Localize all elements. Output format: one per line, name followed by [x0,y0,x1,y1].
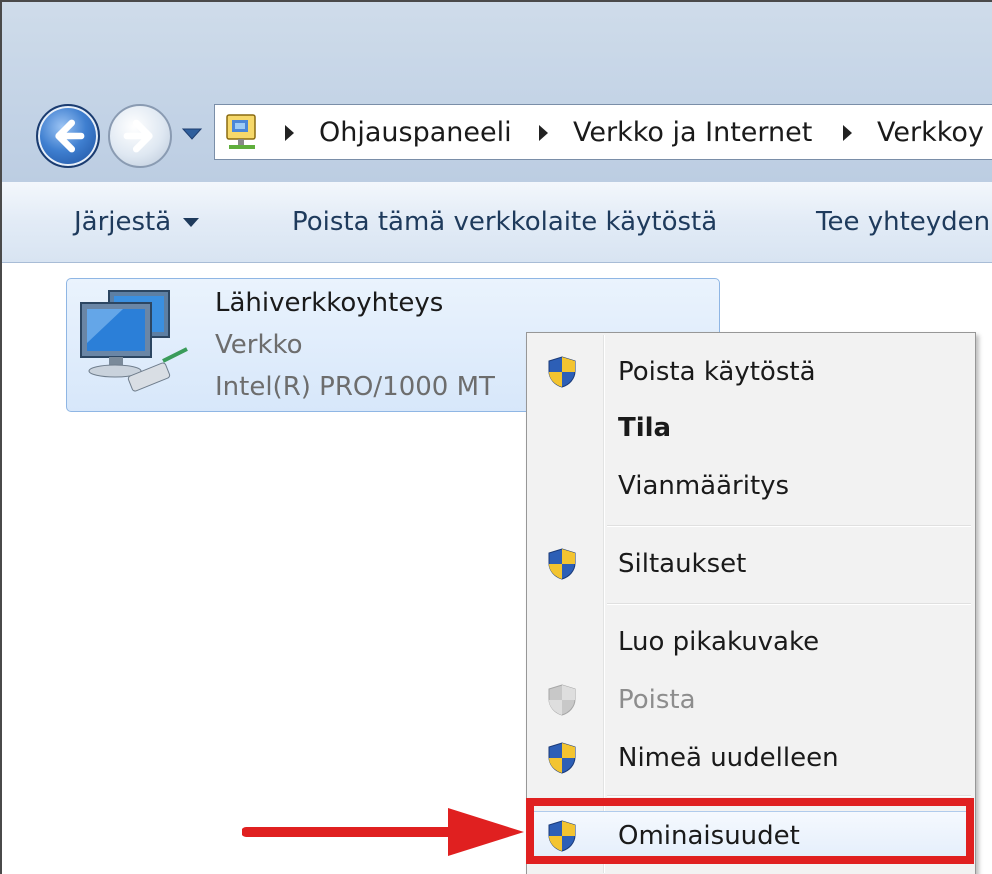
uac-shield-disabled-icon [548,684,576,716]
menu-item-status[interactable]: Tila [529,401,973,455]
uac-shield-icon [548,742,576,774]
breadcrumb-control-panel[interactable]: Ohjauspaneeli [319,115,512,151]
menu-item-create-shortcut[interactable]: Luo pikakuvake [529,615,973,669]
organize-label: Järjestä [74,207,172,237]
forward-arrow-icon [123,119,153,153]
uac-shield-icon [548,548,576,580]
connection-device: Intel(R) PRO/1000 MT [215,372,495,402]
menu-separator [607,603,971,605]
breadcrumb-separator[interactable] [843,125,852,141]
annotation-arrow-icon [242,808,524,856]
menu-item-rename[interactable]: Nimeä uudelleen [529,731,973,785]
menu-item-delete: Poista [529,673,973,727]
recent-pages-dropdown-icon[interactable] [180,124,204,144]
menu-separator [607,525,971,527]
menu-label-rename: Nimeä uudelleen [618,743,839,773]
connection-button[interactable]: Tee yhteyden [816,204,990,240]
network-adapter-icon [80,290,188,392]
connection-name: Lähiverkkoyhteys [215,288,444,318]
menu-item-disable[interactable]: Poista käytöstä [529,345,973,399]
breadcrumb-network-connections[interactable]: Verkkoy [877,115,984,151]
uac-shield-icon [548,356,576,388]
menu-label-create-shortcut: Luo pikakuvake [618,627,820,657]
command-bar: Järjestä Poista tämä verkkolaite käytöst… [2,182,992,263]
disable-device-button[interactable]: Poista tämä verkkolaite käytöstä [292,204,717,240]
breadcrumb-separator[interactable] [539,125,548,141]
menu-label-diagnose: Vianmääritys [618,471,790,501]
breadcrumb-separator[interactable] [285,125,294,141]
menu-label-delete: Poista [618,685,696,715]
title-bar: Ohjauspaneeli Verkko ja Internet Verkkoy [2,2,992,182]
explorer-window: Ohjauspaneeli Verkko ja Internet Verkkoy… [0,0,992,874]
menu-separator [607,795,971,797]
back-button[interactable] [36,104,100,168]
connection-network: Verkko [215,330,303,360]
menu-item-bridge[interactable]: Siltaukset [529,537,973,591]
chevron-down-icon [183,218,200,227]
menu-label-disable: Poista käytöstä [618,357,816,387]
forward-button[interactable] [108,104,172,168]
menu-label-bridge: Siltaukset [618,549,747,579]
organize-menu[interactable]: Järjestä [74,204,200,240]
annotation-highlight-box [526,798,974,864]
address-bar[interactable]: Ohjauspaneeli Verkko ja Internet Verkkoy [214,104,992,160]
menu-item-diagnose[interactable]: Vianmääritys [529,459,973,513]
breadcrumb-network-internet[interactable]: Verkko ja Internet [573,115,812,151]
back-arrow-icon [55,119,85,153]
menu-label-status: Tila [618,413,672,443]
control-panel-icon [226,114,256,149]
context-menu: Poista käytöstä Tila Vianmääritys Siltau… [526,332,976,874]
